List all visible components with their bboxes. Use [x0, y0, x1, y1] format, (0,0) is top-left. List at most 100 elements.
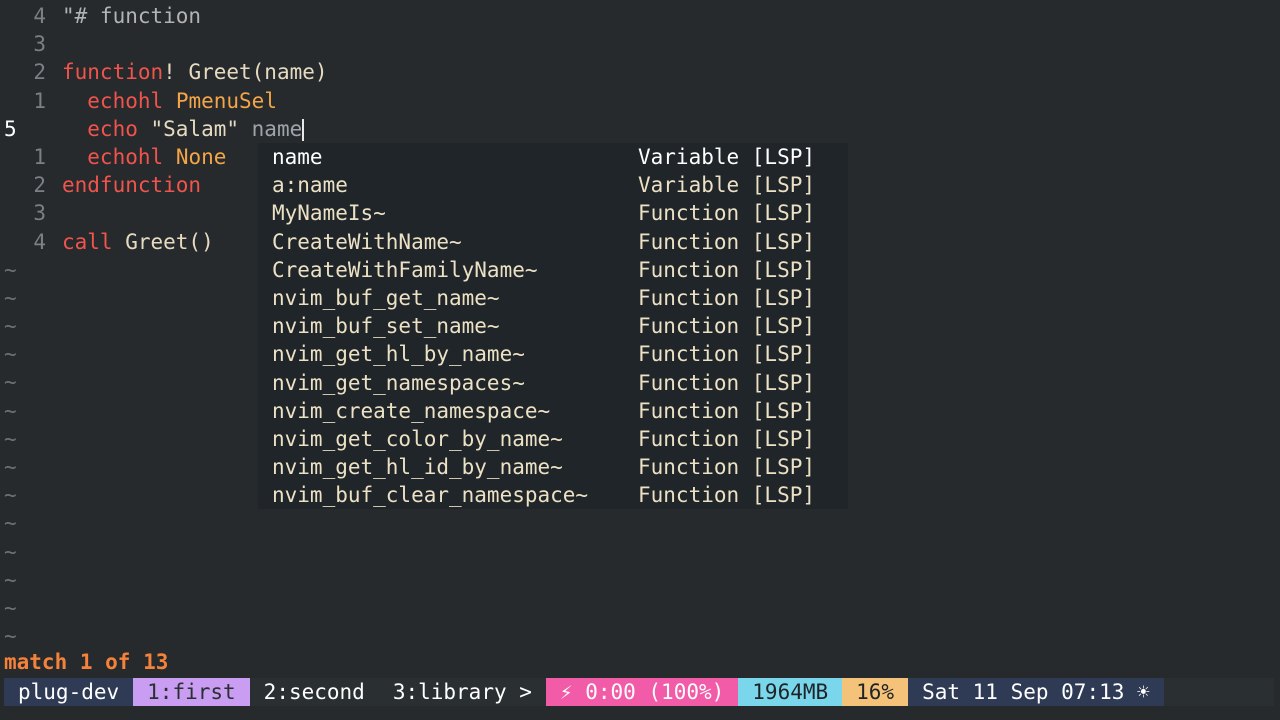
code-token: echo	[62, 116, 138, 141]
completion-kind: Function [LSP]	[638, 370, 816, 395]
completion-item[interactable]: nvim_buf_get_name~ Function [LSP]	[258, 284, 848, 312]
tilde-marker: ~	[4, 539, 17, 564]
tilde-marker: ~	[4, 285, 17, 310]
completion-kind: Variable [LSP]	[638, 145, 816, 169]
tilde-marker: ~	[4, 483, 17, 508]
battery-status: ⚡ 0:00 (100%)	[545, 678, 739, 706]
completion-word: nvim_get_hl_by_name~	[272, 342, 525, 367]
completion-item[interactable]: nvim_buf_set_name~ Function [LSP]	[258, 312, 848, 340]
line-number: 2	[33, 173, 46, 198]
completion-kind: Function [LSP]	[638, 314, 816, 339]
code-token: endfunction	[62, 173, 202, 198]
line-number: 2	[33, 60, 46, 85]
code-line[interactable]: 1 echohl PmenuSel	[0, 87, 1280, 115]
completion-kind: Function [LSP]	[638, 257, 816, 282]
completion-kind: Function [LSP]	[638, 426, 816, 451]
code-text[interactable]: call Greet()	[62, 228, 214, 256]
tmux-window-library[interactable]: 3:library >	[378, 678, 546, 706]
cpu-status: 16%	[842, 678, 909, 706]
code-text[interactable]: echo "Salam" name	[62, 115, 305, 143]
completion-word: CreateWithName~	[272, 229, 462, 254]
completion-item[interactable]: nvim_get_color_by_name~ Function [LSP]	[258, 425, 848, 453]
code-line[interactable]: 4 "# function	[0, 2, 1280, 30]
completion-item[interactable]: nvim_buf_clear_namespace~ Function [LSP]	[258, 481, 848, 509]
line-number: 4	[33, 4, 46, 28]
tilde-marker: ~	[4, 511, 17, 536]
tilde-marker: ~	[4, 398, 17, 423]
line-number: 4	[33, 229, 46, 254]
completion-item[interactable]: a:name Variable [LSP]	[258, 171, 848, 199]
completion-item[interactable]: nvim_get_hl_by_name~ Function [LSP]	[258, 340, 848, 368]
completion-item[interactable]: name Variable [LSP]	[258, 143, 848, 171]
tilde-marker: ~	[4, 455, 17, 479]
line-number: 3	[33, 201, 46, 226]
code-text[interactable]: echohl PmenuSel	[62, 87, 277, 115]
code-token: "# function	[62, 4, 202, 28]
completion-word: nvim_buf_set_name~	[272, 314, 500, 339]
code-token: echohl	[62, 144, 164, 169]
completion-item[interactable]: nvim_get_hl_id_by_name~ Function [LSP]	[258, 453, 848, 481]
completion-word: MyNameIs~	[272, 201, 386, 226]
completion-popup-menu[interactable]: name Variable [LSP] a:name Variable [LSP] My…	[258, 143, 848, 510]
message-line: match 1 of 13	[4, 650, 169, 674]
code-line[interactable]: 5 echo "Salam" name	[0, 115, 1280, 143]
tilde-marker: ~	[4, 342, 17, 367]
empty-buffer-line: ~	[0, 538, 1280, 566]
completion-word: nvim_get_namespaces~	[272, 370, 525, 395]
tmux-status-bar: plug-dev 1:first 2:second 3:library > ⚡ …	[4, 678, 1274, 706]
code-text[interactable]: echohl None	[62, 143, 226, 171]
code-token: call	[62, 229, 113, 254]
empty-buffer-line: ~	[0, 622, 1280, 650]
code-text[interactable]: function! Greet(name)	[62, 58, 328, 86]
completion-kind: Function [LSP]	[638, 455, 816, 480]
completion-word: nvim_get_color_by_name~	[272, 426, 563, 451]
text-cursor	[302, 118, 305, 141]
tilde-marker: ~	[4, 257, 17, 282]
completion-item[interactable]: CreateWithFamilyName~ Function [LSP]	[258, 256, 848, 284]
code-line[interactable]: 2 function! Greet(name)	[0, 58, 1280, 86]
tilde-marker: ~	[4, 624, 17, 649]
line-number: 1	[33, 144, 46, 169]
completion-kind: Variable [LSP]	[638, 173, 816, 198]
tilde-marker: ~	[4, 567, 17, 592]
completion-word: a:name	[272, 173, 348, 198]
code-token: Greet()	[112, 229, 214, 254]
tmux-window-first[interactable]: 1:first	[133, 678, 250, 706]
code-token: ! Greet(name)	[163, 60, 328, 85]
completion-kind: Function [LSP]	[638, 229, 816, 254]
tilde-marker: ~	[4, 595, 17, 620]
tilde-marker: ~	[4, 426, 17, 451]
completion-word: nvim_get_hl_id_by_name~	[272, 455, 563, 480]
clock-status: Sat 11 Sep 07:13 ☀	[908, 678, 1164, 706]
code-token: PmenuSel	[175, 88, 277, 113]
completion-item[interactable]: CreateWithName~ Function [LSP]	[258, 228, 848, 256]
completion-word: name	[272, 145, 323, 169]
completion-kind: Function [LSP]	[638, 342, 816, 367]
code-text[interactable]: endfunction	[62, 171, 201, 199]
tmux-window-second[interactable]: 2:second	[249, 678, 379, 706]
completion-item[interactable]: nvim_get_namespaces~ Function [LSP]	[258, 369, 848, 397]
completion-item[interactable]: MyNameIs~ Function [LSP]	[258, 199, 848, 227]
code-token: name	[251, 116, 303, 141]
code-text[interactable]: "# function	[62, 2, 201, 30]
line-number: 1	[33, 88, 46, 113]
tilde-marker: ~	[4, 314, 17, 339]
completion-kind: Function [LSP]	[638, 285, 816, 310]
code-line[interactable]: 3	[0, 30, 1280, 58]
code-token: echohl	[62, 88, 164, 113]
tmux-session-name[interactable]: plug-dev	[4, 678, 134, 706]
line-number: 5	[4, 116, 17, 141]
tilde-marker: ~	[4, 370, 17, 395]
completion-item[interactable]: nvim_create_namespace~ Function [LSP]	[258, 397, 848, 425]
empty-buffer-line: ~	[0, 594, 1280, 622]
line-number: 3	[33, 32, 46, 57]
completion-kind: Function [LSP]	[638, 398, 816, 423]
completion-kind: Function [LSP]	[638, 483, 816, 508]
completion-word: nvim_create_namespace~	[272, 398, 551, 423]
completion-word: nvim_buf_clear_namespace~	[272, 483, 589, 508]
completion-kind: Function [LSP]	[638, 201, 816, 226]
code-token: None	[175, 144, 227, 169]
empty-buffer-line: ~	[0, 509, 1280, 537]
